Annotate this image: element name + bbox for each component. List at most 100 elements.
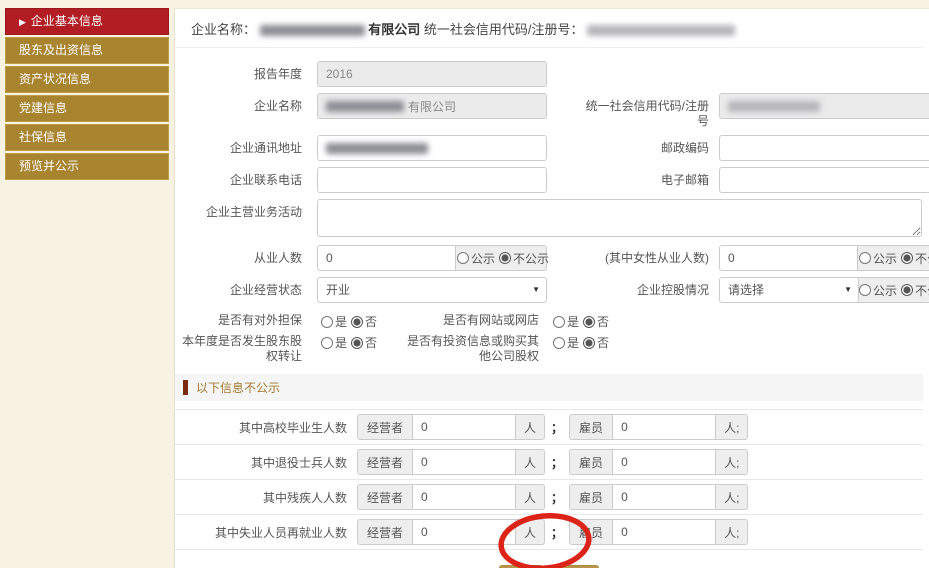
employee-group: 雇员 人; — [569, 484, 748, 510]
unit-suffix: 人 — [515, 414, 545, 440]
operator-prefix: 经营者 — [357, 449, 413, 475]
employee-group: 雇员 人; — [569, 519, 748, 545]
address-input[interactable] — [317, 135, 547, 161]
operator-group: 经营者 人 — [357, 414, 545, 440]
employees-publicity-addon: 公示 不公示 — [455, 245, 547, 271]
employee-group: 雇员 人; — [569, 449, 748, 475]
company-header: 企业名称： 有限公司 统一社会信用代码/注册号： — [175, 9, 923, 48]
postcode-label: 邮政编码 — [574, 135, 709, 156]
company-name-field-label: 企业名称 — [175, 93, 302, 114]
employee-prefix: 雇员 — [569, 414, 613, 440]
female-public-radio[interactable] — [859, 252, 871, 264]
operator-prefix: 经营者 — [357, 519, 413, 545]
employees-not-public-radio[interactable] — [499, 252, 511, 264]
disabled-employee-input[interactable] — [613, 484, 715, 510]
veterans-operator-input[interactable] — [413, 449, 515, 475]
business-status-label: 企业经营状态 — [175, 277, 302, 298]
guarantee-no-radio[interactable] — [351, 316, 363, 328]
no-radio-label: 否 — [365, 315, 377, 329]
equity-no-radio[interactable] — [351, 337, 363, 349]
public-radio-label: 公示 — [873, 282, 897, 299]
sidebar-item-label: 企业基本信息 — [31, 14, 103, 28]
sidebar-item-party-building[interactable]: 党建信息 — [5, 95, 169, 122]
unit-suffix: 人 — [515, 449, 545, 475]
employee-prefix: 雇员 — [569, 449, 613, 475]
group-separator: ； — [551, 489, 563, 506]
activity-label: 企业主营业务活动 — [175, 199, 302, 220]
report-year-label: 报告年度 — [175, 61, 302, 82]
unit-end-suffix: 人; — [715, 449, 748, 475]
credit-code-label: 统一社会信用代码/注册号： — [424, 22, 584, 37]
annual-report-page: ▶ 企业基本信息 股东及出资信息 资产状况信息 党建信息 社保信息 预览并公示 企… — [0, 0, 929, 568]
operator-group: 经营者 人 — [357, 519, 545, 545]
equity-yes-radio[interactable] — [321, 337, 333, 349]
table-row: 其中失业人员再就业人数 经营者 人 ； 雇员 人; — [175, 515, 923, 550]
business-status-select[interactable]: 开业 ▼ — [317, 277, 547, 303]
not-public-radio-label: 不公示 — [513, 250, 549, 267]
website-yes-radio[interactable] — [553, 316, 565, 328]
sidebar-item-label: 社保信息 — [19, 130, 67, 144]
not-public-rows: 其中高校毕业生人数 经营者 人 ； 雇员 人; 其中退役士兵人数 — [175, 409, 923, 550]
graduates-employee-input[interactable] — [613, 414, 715, 440]
female-not-public-radio[interactable] — [901, 252, 913, 264]
investment-yes-radio[interactable] — [553, 337, 565, 349]
reemployed-operator-input[interactable] — [413, 519, 515, 545]
sidebar-item-assets[interactable]: 资产状况信息 — [5, 66, 169, 93]
unit-end-suffix: 人; — [715, 519, 748, 545]
operator-prefix: 经营者 — [357, 414, 413, 440]
holding-not-public-radio[interactable] — [901, 284, 913, 296]
female-employees-publicity-addon: 公示 不公示 — [857, 245, 929, 271]
not-public-radio-label: 不公示 — [915, 282, 929, 299]
sidebar-item-basic-info[interactable]: ▶ 企业基本信息 — [5, 8, 169, 35]
sidebar-item-shareholders[interactable]: 股东及出资信息 — [5, 37, 169, 64]
veterans-row-label: 其中退役士兵人数 — [175, 454, 347, 471]
holding-status-select[interactable]: 请选择 ▼ — [719, 277, 859, 303]
credit-code-input[interactable] — [719, 93, 929, 119]
guarantee-yes-radio[interactable] — [321, 316, 333, 328]
graduates-row-label: 其中高校毕业生人数 — [175, 419, 347, 436]
yes-radio-label: 是 — [567, 336, 579, 350]
active-marker-icon: ▶ — [19, 17, 26, 27]
sidebar-item-label: 股东及出资信息 — [19, 43, 103, 57]
phone-label: 企业联系电话 — [175, 167, 302, 188]
section-bar-icon — [183, 380, 188, 395]
website-no-radio[interactable] — [583, 316, 595, 328]
postcode-input[interactable] — [719, 135, 929, 161]
investment-no-radio[interactable] — [583, 337, 595, 349]
employees-public-radio[interactable] — [457, 252, 469, 264]
redacted-company-name-value — [326, 101, 404, 112]
graduates-operator-input[interactable] — [413, 414, 515, 440]
credit-code-field-label: 统一社会信用代码/注册号 — [574, 93, 709, 129]
employees-label: 从业人数 — [175, 245, 302, 266]
veterans-employee-input[interactable] — [613, 449, 715, 475]
company-name-input[interactable]: 有限公司 — [317, 93, 547, 119]
guarantee-label: 是否有对外担保 — [175, 311, 302, 328]
sidebar: ▶ 企业基本信息 股东及出资信息 资产状况信息 党建信息 社保信息 预览并公示 — [0, 0, 174, 568]
phone-input[interactable] — [317, 167, 547, 193]
employees-input[interactable] — [317, 245, 457, 271]
sidebar-item-preview-publish[interactable]: 预览并公示 — [5, 153, 169, 180]
reemployed-row-label: 其中失业人员再就业人数 — [175, 524, 347, 541]
public-radio-label: 公示 — [873, 250, 897, 267]
report-year-input[interactable] — [317, 61, 547, 87]
email-label: 电子邮箱 — [574, 167, 709, 188]
employee-prefix: 雇员 — [569, 484, 613, 510]
redacted-company-name — [260, 25, 365, 36]
female-employees-label: (其中女性从业人数) — [574, 245, 709, 266]
email-input[interactable] — [719, 167, 929, 193]
company-name-label: 企业名称： — [191, 22, 256, 37]
reemployed-employee-input[interactable] — [613, 519, 715, 545]
holding-status-value: 请选择 — [728, 283, 764, 297]
disabled-operator-input[interactable] — [413, 484, 515, 510]
sidebar-item-label: 资产状况信息 — [19, 72, 91, 86]
table-row: 其中残疾人人数 经营者 人 ； 雇员 人; — [175, 480, 923, 515]
sidebar-item-social-security[interactable]: 社保信息 — [5, 124, 169, 151]
website-radios: 是否 — [549, 311, 609, 330]
female-employees-input[interactable] — [719, 245, 859, 271]
investment-label: 是否有投资信息或购买其他公司股权 — [404, 332, 539, 364]
public-radio-label: 公示 — [471, 250, 495, 267]
company-name-suffix-text: 有限公司 — [408, 98, 456, 115]
guarantee-radios: 是否 — [317, 311, 377, 330]
activity-textarea[interactable] — [317, 199, 922, 237]
holding-public-radio[interactable] — [859, 284, 871, 296]
